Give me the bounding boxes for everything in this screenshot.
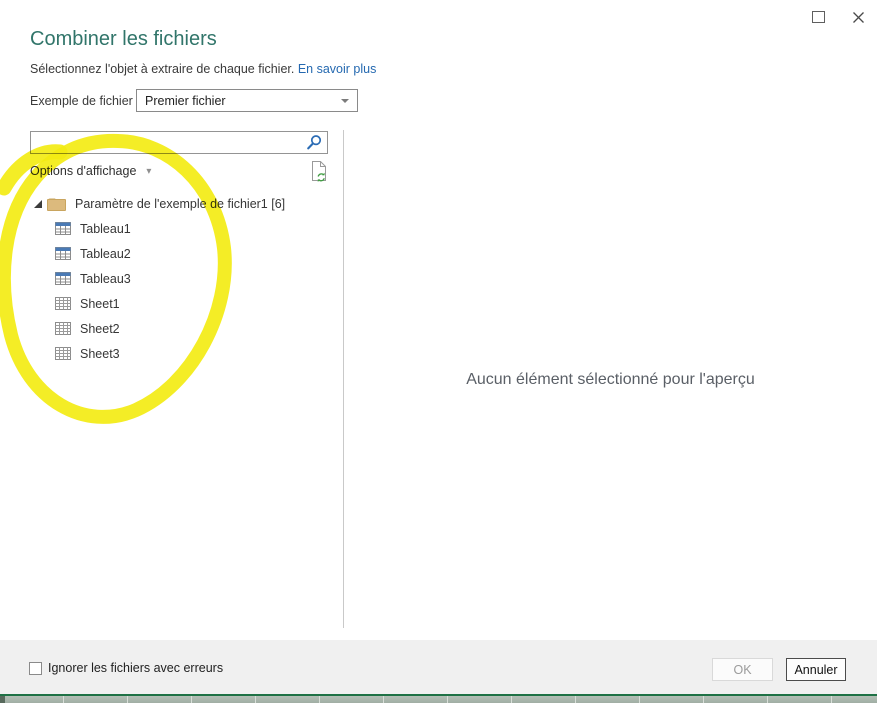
window-controls <box>805 5 871 29</box>
tree-item-label: Tableau3 <box>80 271 131 286</box>
ignore-errors-option[interactable]: Ignorer les fichiers avec erreurs <box>29 661 223 675</box>
tree-item-tableau1[interactable]: Tableau1 <box>30 216 335 241</box>
sample-file-dropdown[interactable]: Premier fichier <box>136 89 358 112</box>
tree-item-sheet2[interactable]: Sheet2 <box>30 316 335 341</box>
tree-root-label: Paramètre de l'exemple de fichier1 [6] <box>75 196 286 211</box>
cancel-button[interactable]: Annuler <box>786 658 846 681</box>
object-tree: Paramètre de l'exemple de fichier1 [6] T… <box>30 191 335 366</box>
excel-row-header-corner <box>0 696 5 703</box>
tree-item-sheet3[interactable]: Sheet3 <box>30 341 335 366</box>
chevron-down-icon: ▾ <box>146 165 152 177</box>
subtitle: Sélectionnez l'objet à extraire de chaqu… <box>30 62 376 76</box>
chevron-down-icon <box>341 98 349 103</box>
worksheet-icon <box>55 347 71 360</box>
tree-item-sheet1[interactable]: Sheet1 <box>30 291 335 316</box>
worksheet-icon <box>55 297 71 310</box>
refresh-button[interactable] <box>310 160 329 183</box>
close-icon <box>852 11 864 23</box>
display-options-label: Options d'affichage <box>30 164 137 178</box>
sample-file-value: Premier fichier <box>145 93 226 108</box>
page-title: Combiner les fichiers <box>30 28 217 50</box>
display-options-dropdown[interactable]: Options d'affichage ▾ <box>30 164 151 178</box>
combine-files-dialog: Combiner les fichiers Sélectionnez l'obj… <box>0 0 877 703</box>
worksheet-icon <box>55 322 71 335</box>
search-input[interactable] <box>31 132 305 153</box>
tree-item-tableau2[interactable]: Tableau2 <box>30 241 335 266</box>
search-icon[interactable] <box>305 134 323 151</box>
maximize-icon <box>811 11 825 23</box>
search-box <box>30 131 328 154</box>
table-icon <box>55 272 71 285</box>
sample-file-label: Exemple de fichier : <box>30 94 140 108</box>
excel-column-header-strip <box>0 694 877 703</box>
tree-root-sample-parameter[interactable]: Paramètre de l'exemple de fichier1 [6] <box>30 191 335 216</box>
table-icon <box>55 222 71 235</box>
tree-item-label: Tableau1 <box>80 221 131 236</box>
table-icon <box>55 247 71 260</box>
ignore-errors-checkbox[interactable] <box>29 661 42 675</box>
tree-item-label: Sheet2 <box>80 321 120 336</box>
tree-item-tableau3[interactable]: Tableau3 <box>30 266 335 291</box>
close-button[interactable] <box>845 5 871 29</box>
ok-button[interactable]: OK <box>712 658 773 681</box>
tree-item-label: Sheet3 <box>80 346 120 361</box>
tree-item-label: Sheet1 <box>80 296 120 311</box>
maximize-button[interactable] <box>805 5 831 29</box>
ignore-errors-label: Ignorer les fichiers avec erreurs <box>48 661 224 675</box>
expand-triangle-icon[interactable] <box>33 198 43 209</box>
subtitle-text: Sélectionnez l'objet à extraire de chaqu… <box>30 62 295 76</box>
learn-more-link[interactable]: En savoir plus <box>298 62 377 76</box>
tree-item-label: Tableau2 <box>80 246 131 261</box>
preview-empty-message: Aucun élément sélectionné pour l'aperçu <box>466 371 755 388</box>
folder-icon <box>47 197 66 211</box>
refresh-document-icon <box>312 161 326 182</box>
